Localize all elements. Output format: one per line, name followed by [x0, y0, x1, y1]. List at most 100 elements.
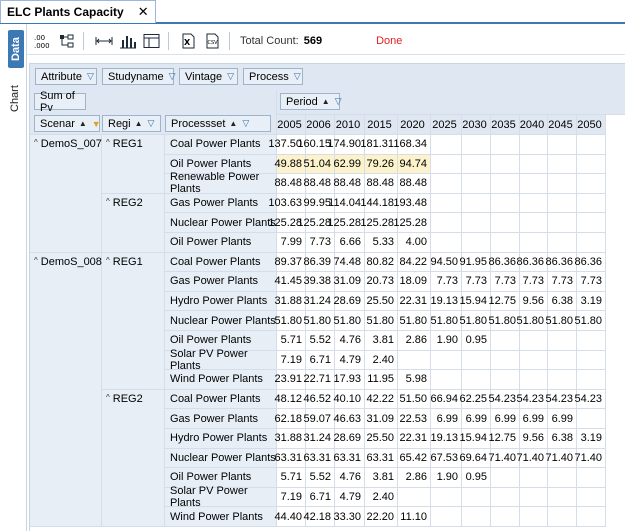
data-cell[interactable]: [520, 174, 548, 194]
data-cell[interactable]: 2.86: [398, 331, 431, 351]
data-cell[interactable]: [462, 350, 491, 371]
data-cell[interactable]: [548, 370, 577, 390]
row-header-process[interactable]: Wind Power Plants: [165, 370, 277, 390]
data-cell[interactable]: 31.24: [303, 429, 335, 449]
data-cell[interactable]: 7.19: [277, 487, 306, 508]
data-cell[interactable]: 59.07: [303, 409, 335, 429]
filter-icon[interactable]: ▽: [242, 118, 249, 129]
row-header-region[interactable]: ^ REG1: [102, 252, 165, 390]
data-cell[interactable]: 6.38: [548, 291, 577, 312]
data-cell[interactable]: [491, 487, 520, 508]
data-cell[interactable]: 5.52: [306, 331, 335, 351]
tab-chart[interactable]: Chart: [7, 82, 23, 116]
data-cell[interactable]: [491, 370, 520, 390]
data-cell[interactable]: 51.80: [459, 311, 491, 331]
data-cell[interactable]: 7.73: [577, 272, 606, 292]
data-cell[interactable]: [520, 350, 548, 371]
data-cell[interactable]: 4.79: [335, 487, 365, 508]
data-cell[interactable]: [548, 154, 577, 175]
data-cell[interactable]: 11.95: [365, 370, 398, 390]
data-cell[interactable]: 91.95: [459, 252, 491, 273]
data-cell[interactable]: [520, 193, 548, 214]
sort-ascending-icon[interactable]: ▲: [79, 119, 87, 128]
data-cell[interactable]: 193.48: [393, 193, 431, 214]
data-cell[interactable]: [491, 193, 520, 214]
data-cell[interactable]: [431, 233, 462, 253]
csv-export-icon[interactable]: CSV: [203, 32, 223, 50]
data-cell[interactable]: [577, 487, 606, 508]
data-cell[interactable]: 12.75: [488, 291, 520, 312]
data-cell[interactable]: [577, 213, 606, 233]
row-header-region[interactable]: ^ REG1: [102, 135, 165, 194]
sort-ascending-icon[interactable]: ▲: [322, 97, 330, 106]
data-cell[interactable]: 86.36: [574, 252, 606, 273]
data-cell[interactable]: 12.75: [488, 429, 520, 449]
column-header[interactable]: 2020: [398, 115, 431, 135]
filter-icon[interactable]: ▽: [148, 118, 155, 129]
data-cell[interactable]: 94.50: [430, 252, 462, 273]
row-header-process[interactable]: Gas Power Plants: [165, 272, 277, 292]
data-cell[interactable]: [577, 331, 606, 351]
data-cell[interactable]: 28.69: [333, 429, 365, 449]
data-cell[interactable]: [491, 135, 520, 155]
data-cell[interactable]: 51.80: [574, 311, 606, 331]
sort-ascending-icon[interactable]: ▲: [135, 119, 143, 128]
data-cell[interactable]: [520, 487, 548, 508]
data-cell[interactable]: 49.88: [274, 154, 306, 175]
data-cell[interactable]: 22.20: [365, 507, 398, 527]
filter-field-process[interactable]: Process ▽: [243, 68, 303, 85]
data-cell[interactable]: 54.23: [516, 389, 548, 410]
data-cell[interactable]: [548, 233, 577, 253]
collapse-icon[interactable]: ^: [106, 256, 110, 265]
data-cell[interactable]: [462, 487, 491, 508]
data-cell[interactable]: [431, 507, 462, 527]
document-tab[interactable]: ELC Plants Capacity ✕: [0, 0, 156, 23]
data-cell[interactable]: 88.48: [274, 174, 306, 194]
row-field-regi[interactable]: Regi ▲ ▽: [102, 115, 161, 132]
data-cell[interactable]: 62.18: [274, 409, 306, 429]
row-header-process[interactable]: Hydro Power Plants: [165, 291, 277, 312]
column-header[interactable]: 2035: [491, 115, 520, 135]
data-cell[interactable]: 63.31: [365, 448, 398, 469]
data-cell[interactable]: [462, 193, 491, 214]
data-cell[interactable]: [577, 135, 606, 155]
excel-export-icon[interactable]: X: [179, 32, 199, 50]
data-cell[interactable]: 6.66: [335, 233, 365, 253]
data-cell[interactable]: 63.31: [303, 448, 335, 469]
data-cell[interactable]: 6.38: [548, 429, 577, 449]
data-cell[interactable]: 6.99: [491, 409, 520, 429]
data-cell[interactable]: [491, 350, 520, 371]
data-cell[interactable]: 71.40: [545, 448, 577, 469]
data-cell[interactable]: 4.79: [335, 350, 365, 371]
row-header-scenario[interactable]: ^ DemoS_007: [30, 135, 102, 253]
data-cell[interactable]: [462, 174, 491, 194]
data-cell[interactable]: 28.69: [333, 291, 365, 312]
row-field-scenar[interactable]: Scenar ▲ ▼: [34, 115, 101, 132]
data-cell[interactable]: 7.73: [491, 272, 520, 292]
data-cell[interactable]: 125.28: [393, 213, 431, 233]
data-cell[interactable]: 46.52: [303, 389, 335, 410]
data-cell[interactable]: [431, 487, 462, 508]
data-cell[interactable]: 51.80: [274, 311, 306, 331]
data-cell[interactable]: 3.19: [577, 429, 606, 449]
filter-field-studyname[interactable]: Studyname ▽: [102, 68, 176, 85]
bar-chart-icon[interactable]: [118, 32, 138, 50]
data-field-sum-of-pv[interactable]: Sum of Pv: [34, 90, 86, 114]
filter-icon[interactable]: ▽: [87, 71, 94, 82]
data-cell[interactable]: 7.73: [306, 233, 335, 253]
data-cell[interactable]: 71.40: [516, 448, 548, 469]
filter-field-attribute[interactable]: Attribute ▽: [35, 68, 97, 85]
data-cell[interactable]: [491, 154, 520, 175]
data-cell[interactable]: [491, 233, 520, 253]
column-header[interactable]: 2025: [431, 115, 462, 135]
row-header-process[interactable]: Oil Power Plants: [165, 233, 277, 253]
filter-icon[interactable]: ▽: [335, 96, 342, 107]
data-cell[interactable]: [462, 154, 491, 175]
column-header[interactable]: 2040: [520, 115, 548, 135]
data-cell[interactable]: [548, 507, 577, 527]
column-header[interactable]: 2015: [365, 115, 398, 135]
data-cell[interactable]: 31.88: [274, 429, 306, 449]
data-cell[interactable]: 7.73: [548, 272, 577, 292]
close-icon[interactable]: ✕: [138, 4, 149, 20]
data-cell[interactable]: 7.73: [462, 272, 491, 292]
